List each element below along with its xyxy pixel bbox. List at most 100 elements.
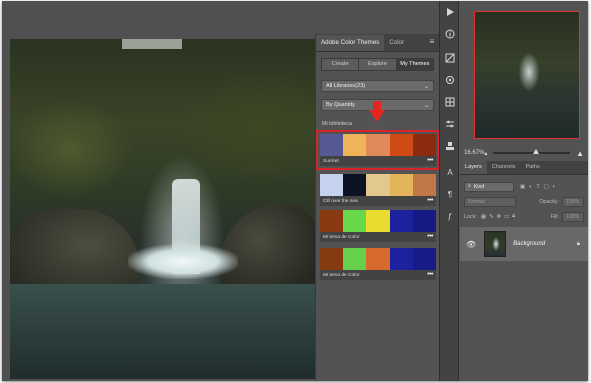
lock-move-icon[interactable]: ✥ <box>497 214 502 220</box>
blend-mode-value: Normal <box>468 198 485 205</box>
fill-value: 100% <box>566 213 580 220</box>
library-dropdown-value: All Libraries(23) <box>326 83 366 89</box>
segment-explore[interactable]: Explore <box>359 59 397 70</box>
layers-panel-tabs: Layers Channels Paths <box>460 161 588 175</box>
grid-icon[interactable] <box>440 91 460 113</box>
segment-create[interactable]: Create <box>322 59 360 70</box>
layer-name[interactable]: Background <box>513 241 545 247</box>
theme-name: Mi tema de Color <box>323 234 360 240</box>
blend-row: Normal Opacity: 100% <box>464 196 584 207</box>
theme-card-mi-tema-1[interactable]: Mi tema de Color ••• <box>320 210 437 242</box>
sliders-icon[interactable] <box>440 113 460 135</box>
layer-row-background[interactable]: 👁︎ Background 🔒︎ <box>460 227 588 261</box>
lock-icon: 🔒︎ <box>576 240 580 247</box>
more-options-icon[interactable]: ••• <box>427 233 433 240</box>
swatch[interactable] <box>389 210 413 232</box>
swatch[interactable] <box>343 248 367 270</box>
swatch[interactable] <box>320 134 344 156</box>
swatch[interactable] <box>389 248 413 270</box>
layer-kind-filter[interactable]: ⌕ Kind <box>464 181 514 192</box>
navigator-zoom-bar: 16.67% ▴ ▲ <box>460 146 588 160</box>
tab-color[interactable]: Color <box>384 35 409 51</box>
fill-label: Fill: <box>550 213 559 220</box>
eye-visibility-icon[interactable]: 👁︎ <box>466 240 476 249</box>
swatch-adjust-icon[interactable] <box>440 47 460 69</box>
zoom-value[interactable]: 16.67% <box>464 150 484 156</box>
lock-pixels-icon[interactable]: ▦ <box>481 214 486 220</box>
stamp-icon[interactable] <box>440 135 460 157</box>
opacity-label: Opacity: <box>539 198 559 205</box>
swatch[interactable] <box>366 248 390 270</box>
panel-menu-icon[interactable]: ≡ <box>425 35 439 51</box>
theme-footer: Mi tema de Color ••• <box>320 270 436 280</box>
waterfall-photo[interactable] <box>10 39 316 379</box>
fill-input[interactable]: 100% <box>562 211 584 222</box>
swatch[interactable] <box>389 134 413 156</box>
theme-card-clif[interactable]: Clif over the sea ••• <box>320 174 437 206</box>
theme-swatches <box>320 134 437 156</box>
tab-adobe-color-themes[interactable]: Adobe Color Themes <box>316 35 385 51</box>
filter-type-icon[interactable]: T <box>536 184 539 190</box>
zoom-in-icon[interactable]: ▲ <box>576 149 584 158</box>
panel-icon-strip: A ¶ ƒ <box>439 1 459 381</box>
swatch[interactable] <box>389 174 413 196</box>
swatch[interactable] <box>366 134 390 156</box>
lock-label: Lock: <box>464 213 477 220</box>
segment-my-themes[interactable]: My Themes <box>396 59 433 70</box>
navigator-thumbnail[interactable] <box>474 11 580 139</box>
zoom-slider[interactable] <box>493 149 571 154</box>
swatch[interactable] <box>320 174 344 196</box>
more-options-icon[interactable]: ••• <box>427 197 433 204</box>
color-themes-panel: Adobe Color Themes Color ≡ Create Explor… <box>315 34 440 381</box>
filter-shape-icon[interactable]: ▢ <box>544 184 549 190</box>
swatch[interactable] <box>320 210 344 232</box>
swatch[interactable] <box>343 174 367 196</box>
swatch[interactable] <box>320 248 344 270</box>
more-options-icon[interactable]: ••• <box>427 271 433 278</box>
swatch[interactable] <box>343 210 367 232</box>
theme-name: Mi tema de Color <box>323 272 360 278</box>
theme-footer: SunSet ••• <box>320 156 436 166</box>
brush-settings-icon[interactable] <box>440 69 460 91</box>
filter-adjust-icon[interactable]: ◐ <box>529 184 532 190</box>
theme-card-mi-tema-2[interactable]: Mi tema de Color ••• <box>320 248 437 280</box>
swatch[interactable] <box>412 248 437 270</box>
character-icon[interactable]: A <box>440 161 460 183</box>
zoom-slider-knob[interactable] <box>533 149 540 154</box>
blend-mode-select[interactable]: Normal <box>464 196 516 207</box>
color-panel-tabs: Adobe Color Themes Color ≡ <box>316 34 439 52</box>
swatch[interactable] <box>412 174 437 196</box>
swatch[interactable] <box>412 210 437 232</box>
kind-label: Kind <box>473 183 485 190</box>
opacity-input[interactable]: 100% <box>562 196 584 207</box>
info-icon[interactable] <box>440 23 460 45</box>
play-icon[interactable] <box>440 1 460 23</box>
tab-layers[interactable]: Layers <box>460 161 487 174</box>
red-arrow-annotation-icon <box>369 101 385 122</box>
photo-splash <box>128 244 238 279</box>
theme-name: SunSet <box>323 158 339 164</box>
paragraph-icon[interactable]: ¶ <box>440 183 460 205</box>
more-options-icon[interactable]: ••• <box>427 157 433 164</box>
search-icon: ⌕ <box>468 183 471 189</box>
filter-smart-icon[interactable]: ▪ <box>553 184 555 190</box>
lock-all-icon[interactable]: 🔒︎ <box>512 213 515 220</box>
lock-paint-icon[interactable]: ✎ <box>489 214 494 220</box>
swatch[interactable] <box>366 174 390 196</box>
swatch[interactable] <box>343 134 367 156</box>
filter-pixel-icon[interactable]: ▣ <box>520 184 525 190</box>
theme-card-sunset[interactable]: SunSet ••• <box>316 130 440 170</box>
zoom-out-icon[interactable]: ▴ <box>484 150 487 157</box>
tab-paths[interactable]: Paths <box>520 161 544 174</box>
lock-artboard-icon[interactable]: ▭ <box>504 214 509 220</box>
library-dropdown[interactable]: All Libraries(23) ⌄ <box>321 80 434 92</box>
swatch[interactable] <box>366 210 390 232</box>
tab-channels[interactable]: Channels <box>487 161 521 174</box>
theme-footer: Clif over the sea ••• <box>320 196 436 206</box>
glyph-icon[interactable]: ƒ <box>440 205 460 227</box>
theme-swatches <box>320 210 437 232</box>
photo-pool <box>10 284 316 379</box>
theme-swatches <box>320 248 437 270</box>
photoshop-window: Adobe Color Themes Color ≡ Create Explor… <box>2 1 588 381</box>
swatch[interactable] <box>412 134 437 156</box>
